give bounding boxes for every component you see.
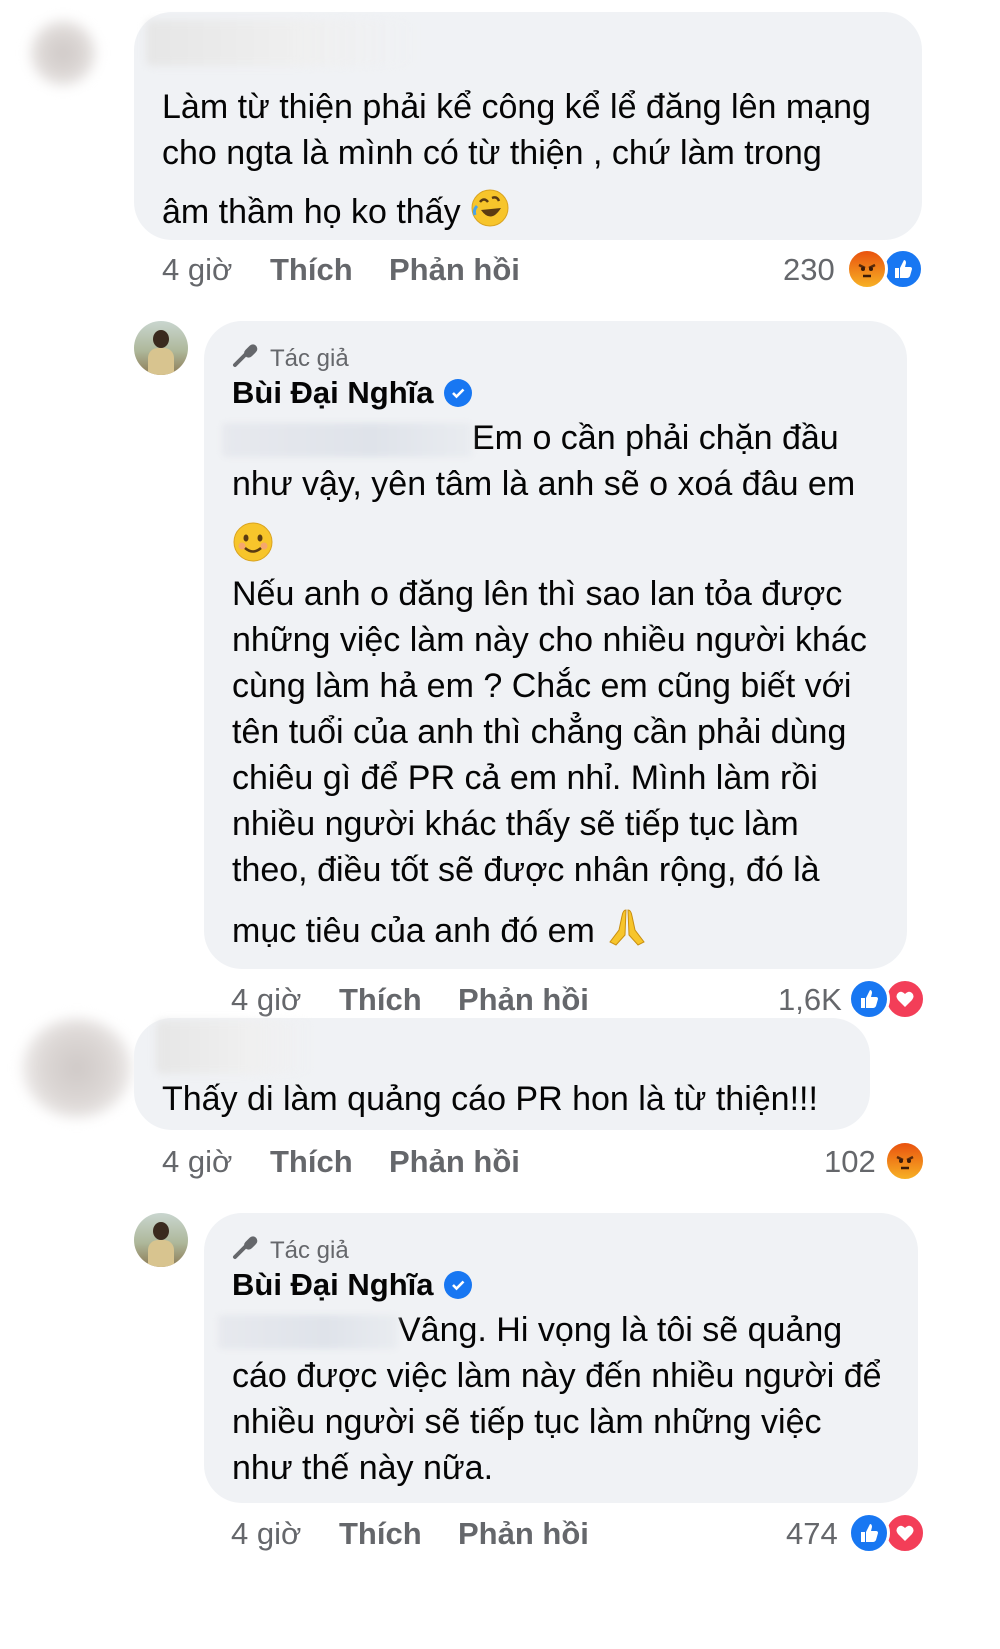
commenter-avatar[interactable] (22, 1018, 132, 1118)
love-icon (884, 978, 926, 1020)
love-icon (884, 1512, 926, 1554)
author-tag: Tác giả (232, 1233, 349, 1268)
mentioned-user-redacted[interactable] (218, 1315, 398, 1350)
mentioned-user-redacted[interactable] (222, 423, 472, 458)
author-name[interactable]: Bùi Đại Nghĩa (232, 1267, 472, 1303)
comment-text: Làm từ thiện phải kể công kể lể đăng lên… (162, 88, 871, 126)
comment-timestamp[interactable]: 4 giờ (231, 982, 301, 1018)
like-icon (848, 1512, 890, 1554)
like-button[interactable]: Thích (339, 982, 422, 1018)
comment-timestamp[interactable]: 4 giờ (162, 1144, 232, 1180)
angry-icon[interactable] (884, 1140, 926, 1182)
reaction-count[interactable]: 102 (824, 1144, 876, 1180)
comment-bubble: Làm từ thiện phải kể công kể lể đăng lên… (134, 12, 922, 240)
author-tag-label: Tác giả (270, 344, 349, 372)
comment-bubble: Thấy di làm quảng cáo PR hon là từ thiện… (134, 1018, 870, 1130)
reaction-icons[interactable] (848, 1512, 930, 1554)
comment-bubble: Tác giả Bùi Đại Nghĩa Em o cần phải chặn… (204, 321, 907, 969)
reaction-icons[interactable] (848, 978, 930, 1020)
comment-text: cho ngta là mình có từ thiện , chứ làm t… (162, 134, 822, 172)
reply-button[interactable]: Phản hồi (389, 252, 520, 288)
comment-text: theo, điều tốt sẽ được nhân rộng, đó là (232, 851, 820, 889)
verified-badge-icon (443, 1271, 472, 1299)
author-avatar[interactable] (134, 1213, 188, 1267)
comment-text: như vậy, yên tâm là anh sẽ o xoá đâu em (232, 465, 856, 503)
comment-text: cùng làm hả em ? Chắc em cũng biết với (232, 667, 852, 705)
author-avatar[interactable] (134, 321, 188, 375)
like-button[interactable]: Thích (339, 1516, 422, 1552)
verified-badge-icon (443, 379, 472, 407)
comment-text: nhiều người khác thấy sẽ tiếp tục làm (232, 805, 799, 843)
like-icon (882, 248, 924, 290)
microphone-icon (232, 1233, 262, 1268)
author-name[interactable]: Bùi Đại Nghĩa (232, 375, 472, 411)
angry-icon (846, 248, 888, 290)
comment-text: tên tuổi của anh thì chẳng cần phải dùng (232, 713, 847, 751)
smile-emoji-icon (232, 521, 274, 568)
reply-button[interactable]: Phản hồi (389, 1144, 520, 1180)
comment-text: Thấy di làm quảng cáo PR hon là từ thiện… (162, 1080, 818, 1118)
comment-text: như thế này nữa. (232, 1449, 494, 1487)
comment-text: những việc làm này cho nhiều người khác (232, 621, 867, 659)
like-icon (848, 978, 890, 1020)
reply-button[interactable]: Phản hồi (458, 1516, 589, 1552)
comment-timestamp[interactable]: 4 giờ (231, 1516, 301, 1552)
like-button[interactable]: Thích (270, 1144, 353, 1180)
microphone-icon (232, 341, 262, 376)
author-name-label[interactable]: Bùi Đại Nghĩa (232, 1267, 434, 1303)
comment-text: Nếu anh o đăng lên thì sao lan tỏa được (232, 575, 843, 613)
comment-bubble: Tác giả Bùi Đại Nghĩa Vâng. Hi vọng là t… (204, 1213, 918, 1503)
reaction-count[interactable]: 230 (783, 252, 835, 288)
reaction-icons[interactable] (846, 248, 928, 290)
commenter-avatar[interactable] (30, 20, 96, 86)
comment-text: mục tiêu của anh đó em (232, 907, 650, 959)
commenter-name-redacted[interactable] (156, 1020, 314, 1074)
reaction-count[interactable]: 474 (786, 1516, 838, 1552)
comment-text: nhiều người sẽ tiếp tục làm những việc (232, 1403, 822, 1441)
comment-text: cáo được việc làm này đến nhiều người để (232, 1357, 882, 1395)
folded-hands-emoji-icon (604, 907, 650, 959)
comment-text: âm thầm họ ko thấy (162, 188, 510, 240)
comment-text: Vâng. Hi vọng là tôi sẽ quảng (218, 1307, 842, 1353)
commenter-name-redacted[interactable] (146, 20, 416, 66)
author-name-label[interactable]: Bùi Đại Nghĩa (232, 375, 434, 411)
rolling-laughing-emoji-icon (470, 188, 510, 240)
comment-text: chiêu gì để PR cả em nhỉ. Mình làm rồi (232, 759, 818, 797)
reply-button[interactable]: Phản hồi (458, 982, 589, 1018)
author-tag-label: Tác giả (270, 1236, 349, 1264)
comment-text: Em o cần phải chặn đầu (222, 415, 839, 461)
comment-timestamp[interactable]: 4 giờ (162, 252, 232, 288)
author-tag: Tác giả (232, 341, 349, 376)
like-button[interactable]: Thích (270, 252, 353, 288)
reaction-count[interactable]: 1,6K (778, 982, 842, 1018)
